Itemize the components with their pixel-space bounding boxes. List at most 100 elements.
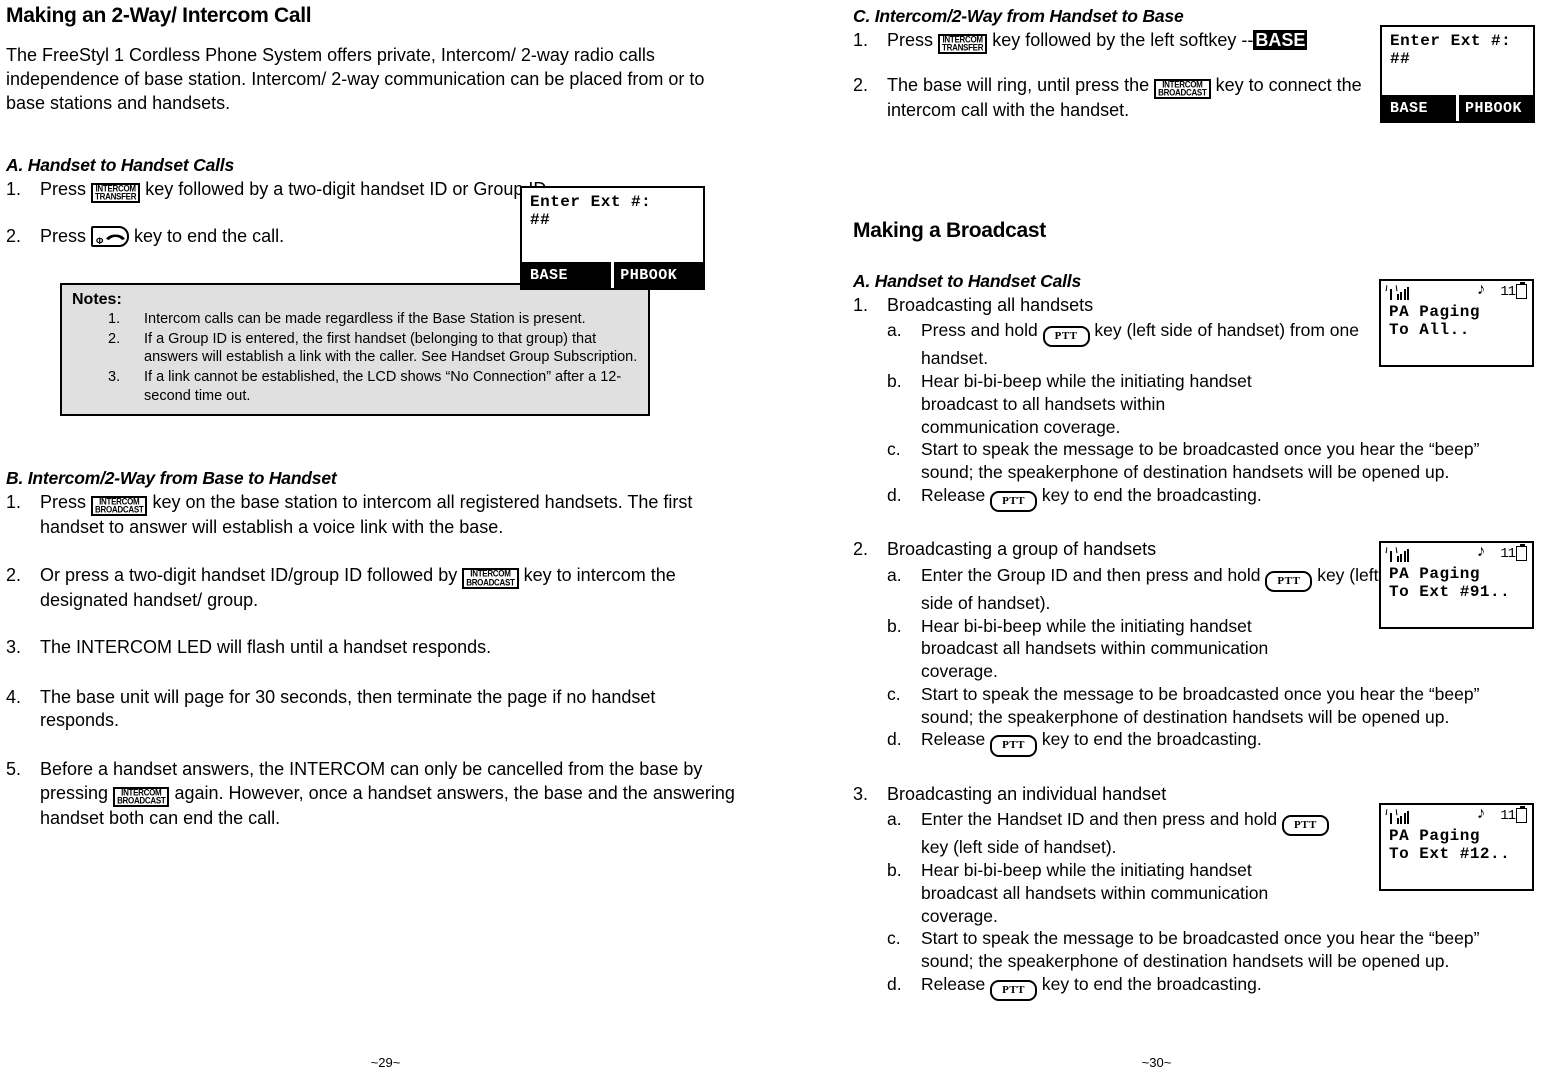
softkey-phbook[interactable]: PHBOOK <box>614 262 703 288</box>
intercom-broadcast-key-icon[interactable]: INTERCOM BROADCAST <box>91 495 148 517</box>
lcd-body: PA Paging To Ext #12.. <box>1381 827 1532 863</box>
step-text: Press <box>40 226 87 247</box>
list-item: b. Hear bi-bi-beep while the initiating … <box>887 370 1536 438</box>
page-left: Making an 2-Way/ Intercom Call The FreeS… <box>0 0 771 1076</box>
signal-bar <box>1396 294 1399 300</box>
step-text: Press <box>40 492 87 513</box>
lcd-body: Enter Ext #: ## <box>1382 27 1533 68</box>
intercom-transfer-key-icon[interactable]: INTERCOM TRANSFER <box>938 33 988 55</box>
lcd-status-bar: ♪ 11 <box>1381 281 1532 303</box>
intercom-broadcast-key-icon[interactable]: INTERCOM BROADCAST <box>113 786 170 807</box>
substep-marker: a. <box>887 564 902 585</box>
substep-text: Start to speak the message to be broadca… <box>921 928 1480 972</box>
lcd-screen-pa-paging-all: ♪ 11 PA Paging To All.. <box>1379 279 1534 367</box>
list-item: 2. Or press a two-digit handset ID/group… <box>6 564 735 613</box>
softkey-base[interactable]: BASE <box>522 262 611 288</box>
list-item: 1. Press INTERCOM BROADCAST key on the ba… <box>6 491 735 540</box>
channel-number: 11 <box>1500 808 1516 824</box>
intercom-transfer-key-icon[interactable]: INTERCOM TRANSFER <box>91 183 141 204</box>
battery-icon <box>1516 806 1527 823</box>
substep-marker: b. <box>887 371 902 392</box>
signal-bar <box>1403 813 1406 824</box>
intercom-broadcast-key-icon[interactable]: INTERCOM BROADCAST <box>462 568 519 589</box>
lcd-line-1: PA Paging <box>1389 303 1480 321</box>
signal-bar <box>1407 549 1409 562</box>
key-line-2: BROADCAST <box>117 794 166 806</box>
step-text: Press <box>887 30 934 50</box>
signal-bar <box>1403 289 1406 300</box>
signal-strength-icon <box>1386 284 1409 300</box>
ptt-key-icon[interactable]: PTT <box>990 735 1037 757</box>
list-item: 3. The INTERCOM LED will flash until a h… <box>6 636 735 659</box>
step-text-after: key followed by a two-digit handset ID o… <box>145 179 552 200</box>
lcd-status-bar: ♪ 11 <box>1381 805 1532 827</box>
list-item: c. Start to speak the message to be broa… <box>887 683 1536 729</box>
key-line-2: BROADCAST <box>95 504 144 515</box>
page-title-right: Making a Broadcast <box>853 218 1046 242</box>
lcd-line-1: PA Paging <box>1389 827 1480 845</box>
lcd-softkey-bar: BASE PHBOOK <box>522 262 703 288</box>
signal-bar <box>1403 551 1406 562</box>
lcd-line-1: Enter Ext #: <box>530 193 652 211</box>
ptt-key-icon[interactable]: PTT <box>1265 570 1313 592</box>
signal-bar <box>1400 554 1402 562</box>
lcd-body: PA Paging To Ext #91.. <box>1381 565 1532 601</box>
substep-text-after: key (left side of handset). <box>921 837 1117 858</box>
intro-paragraph: The FreeStyl 1 Cordless Phone System off… <box>6 45 705 113</box>
section-b-steps: 1. Press INTERCOM BROADCAST key on the ba… <box>6 491 735 830</box>
page-right: C. Intercom/2-Way from Handset to Base 1… <box>771 0 1542 1076</box>
step-marker: 1. <box>853 30 869 50</box>
power-symbol: Φ <box>96 236 104 247</box>
note-text: If a Group ID is entered, the first hand… <box>144 330 638 366</box>
music-note-icon: ♪ <box>1475 805 1487 824</box>
list-item: 1. Intercom calls can be made regardless… <box>72 310 638 329</box>
substep-text: Hear bi-bi-beep while the initiating han… <box>921 860 1269 926</box>
lcd-screen-pa-paging-individual: ♪ 11 PA Paging To Ext #12.. <box>1379 803 1534 891</box>
substep-marker: b. <box>887 615 902 636</box>
step-marker: 2. <box>853 539 869 560</box>
heading-section-a: A. Handset to Handset Calls <box>6 155 234 176</box>
lcd-line-2: ## <box>1390 50 1411 69</box>
step-text: The INTERCOM LED will flash until a hand… <box>40 637 492 658</box>
substep-text: Hear bi-bi-beep while the initiating han… <box>921 371 1252 437</box>
signal-bar <box>1396 556 1399 562</box>
step-text: Press <box>40 179 87 200</box>
step-marker: 4. <box>6 686 22 707</box>
step-marker: 1. <box>853 294 869 315</box>
ptt-key-icon[interactable]: PTT <box>990 490 1037 513</box>
step-text: Broadcasting all handsets <box>887 294 1094 315</box>
page-number-left: ~29~ <box>370 1055 401 1070</box>
note-text: If a link cannot be established, the LCD… <box>144 369 622 405</box>
lcd-line-1: Enter Ext #: <box>1390 32 1512 50</box>
notes-list: 1. Intercom calls can be made regardless… <box>72 310 638 406</box>
lcd-body: PA Paging To All.. <box>1381 303 1532 339</box>
ptt-key-icon[interactable]: PTT <box>1281 815 1329 837</box>
substep-text-after: key to end the broadcasting. <box>1041 729 1262 750</box>
signal-bar <box>1400 292 1402 300</box>
step-text-after: key to end the call. <box>134 226 285 247</box>
substep-marker: c. <box>887 683 901 704</box>
intercom-broadcast-key-icon[interactable]: INTERCOM BROADCAST <box>1154 79 1211 100</box>
music-note-icon: ♪ <box>1475 281 1487 300</box>
page-title-left: Making an 2-Way/ Intercom Call <box>6 4 312 27</box>
channel-number: 11 <box>1500 284 1516 300</box>
step-text: The base will ring, until press the <box>887 75 1150 96</box>
note-text: Intercom calls can be made regardless if… <box>144 310 586 327</box>
ptt-key-icon[interactable]: PTT <box>990 979 1037 1002</box>
ptt-key-icon[interactable]: PTT <box>1042 326 1090 348</box>
step-text-mid: key followed by the left softkey -- <box>992 30 1254 50</box>
antenna-icon <box>1386 809 1395 824</box>
end-call-key-icon[interactable]: Φ <box>91 226 130 248</box>
battery-icon <box>1516 544 1527 561</box>
lcd-body: Enter Ext #: ## <box>522 188 703 229</box>
list-item: d. Release PTT key to end the broadcasti… <box>887 973 1536 1002</box>
lcd-screen-enter-ext-a: Enter Ext #: ## BASE PHBOOK <box>520 186 705 290</box>
softkey-base[interactable]: BASE <box>1382 95 1456 121</box>
substep-text-after: key to end the broadcasting. <box>1041 973 1262 994</box>
step-marker: 3. <box>6 637 22 658</box>
substep-marker: d. <box>887 973 902 994</box>
key-line-2: TRANSFER <box>95 191 137 202</box>
list-item: 4. The base unit will page for 30 second… <box>6 686 735 733</box>
softkey-phbook[interactable]: PHBOOK <box>1459 95 1533 121</box>
substep-marker: a. <box>887 320 902 341</box>
